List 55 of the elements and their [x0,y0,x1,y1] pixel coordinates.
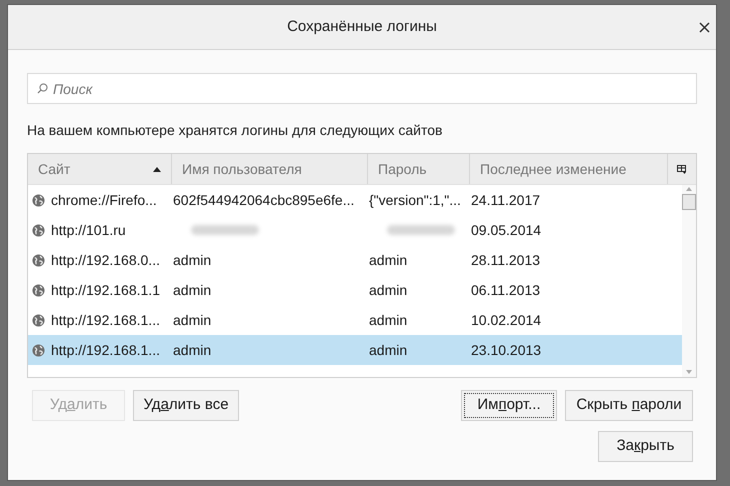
date-cell: 09.05.2014 [471,222,542,238]
globe-icon [32,314,45,326]
table-cell: 602f544942064cbc895e6fe... [173,192,354,208]
table-cell: admin [173,282,212,298]
globe-icon [32,284,45,296]
globe-icon [32,344,45,356]
column-header[interactable]: Сайт [28,154,171,184]
date-cell: 23.10.2013 [471,342,542,358]
site-cell-text: http://101.ru [51,220,126,240]
sort-arrow-icon [153,166,161,172]
globe-icon [32,194,45,206]
login-row[interactable]: chrome://Firefo... 602f544942064cbc895e6fe... {"version":1,"... 24.11.2017 [28,185,682,215]
date-cell: 28.11.2013 [471,252,540,268]
table-cell: admin [369,252,408,268]
site-cell-text: http://192.168.1.1 [51,280,160,300]
table-cell: admin [369,282,408,298]
site-cell-text: chrome://Firefo... [51,190,157,210]
site-cell-text: http://192.168.0... [51,250,160,270]
login-row[interactable]: http://192.168.1... admin admin 23.10.2013 [28,335,682,365]
date-cell: 10.02.2014 [471,312,542,328]
globe-icon [32,224,45,236]
close-icon[interactable] [699,22,710,33]
table-cell: admin [173,312,212,328]
scroll-up-icon[interactable] [686,187,692,191]
search-icon [37,83,48,94]
column-picker-icon[interactable] [677,164,687,174]
column-header[interactable]: Пароль [367,154,469,184]
blurred-text [387,225,455,235]
login-row[interactable]: http://192.168.0... admin admin 28.11.2013 [28,245,682,275]
search-field[interactable]: Поиск [27,73,697,104]
blurred-text [191,225,259,235]
scrollbar-thumb[interactable] [682,194,696,210]
site-cell-text: http://192.168.1... [51,310,160,330]
scrollbar[interactable] [682,185,696,377]
table-cell: {"version":1,"... [369,192,461,208]
globe-icon [32,254,45,266]
dialog-button[interactable]: Импорт... [461,390,557,421]
table-cell: admin [369,342,408,358]
description-text: На вашем компьютере хранятся логины для следующих сайтов [27,121,444,140]
dialog-button[interactable]: Скрыть пароли [565,390,693,421]
table-cell: admin [369,312,408,328]
dialog-button[interactable]: Закрыть [598,431,693,462]
date-cell: 06.11.2013 [471,282,540,298]
login-row[interactable]: http://192.168.1... admin admin 10.02.2014 [28,305,682,335]
table-cell: admin [173,342,212,358]
column-header[interactable]: Последнее изменение [469,154,667,184]
dialog-title: Сохранённые логины [287,16,437,37]
date-cell: 24.11.2017 [471,192,540,208]
column-header[interactable]: Имя пользователя [171,154,367,184]
dialog-button[interactable]: Удалить все [133,390,239,421]
login-row[interactable]: http://101.ru 09.05.2014 [28,215,682,245]
table-cell: admin [173,252,212,268]
site-cell-text: http://192.168.1... [51,340,160,360]
scroll-down-icon[interactable] [686,370,692,374]
login-row[interactable]: http://192.168.1.1 admin admin 06.11.2013 [28,275,682,305]
